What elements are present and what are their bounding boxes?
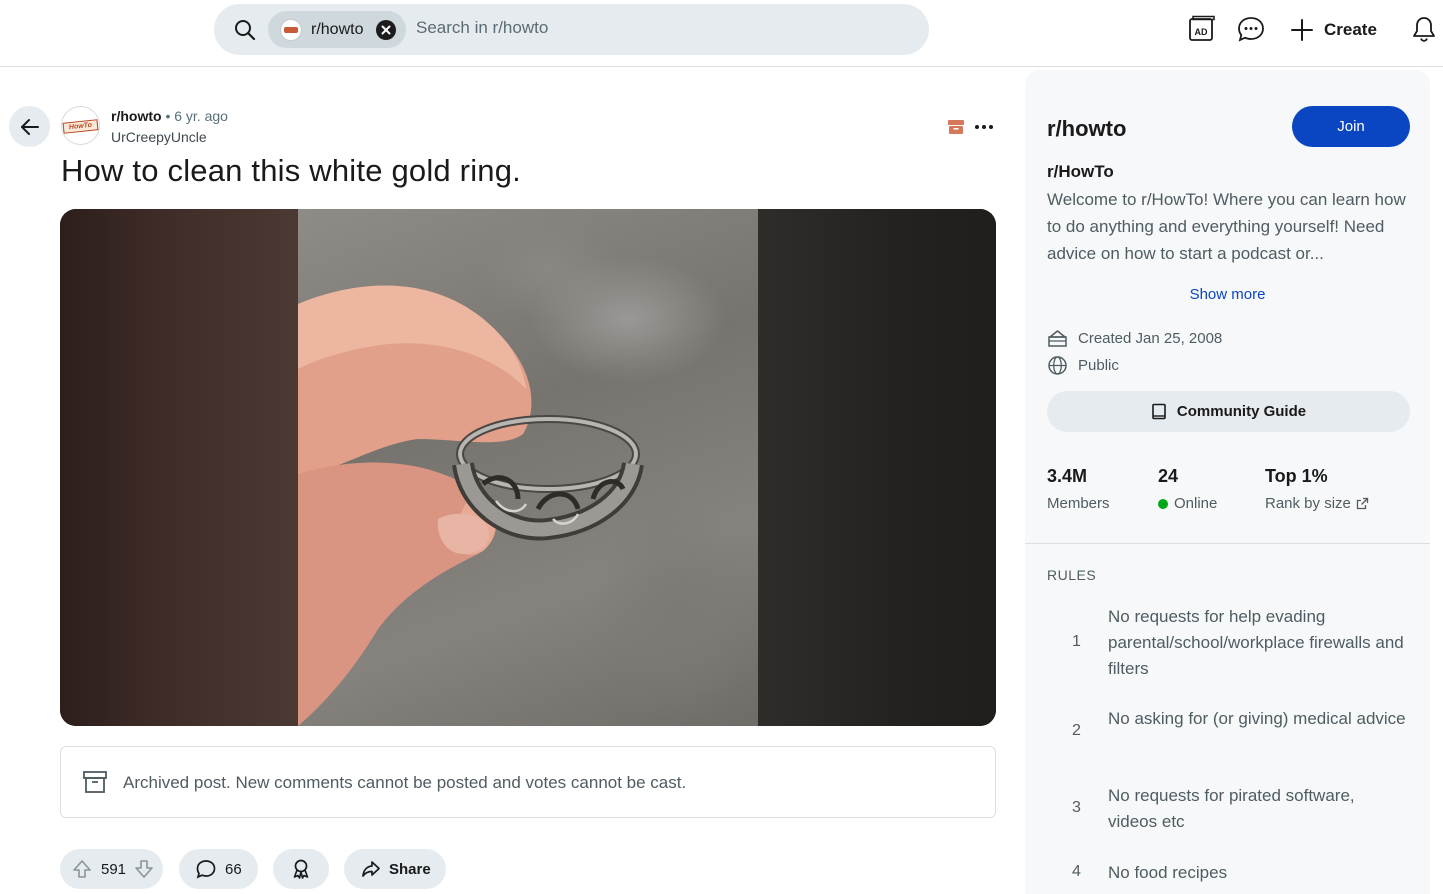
community-name: r/howto bbox=[1047, 116, 1127, 141]
downvote-icon[interactable] bbox=[134, 859, 154, 879]
external-link-icon bbox=[1356, 497, 1369, 510]
post-image[interactable] bbox=[60, 209, 996, 726]
cake-icon bbox=[1048, 330, 1067, 347]
ring-illustration bbox=[298, 285, 644, 726]
plus-icon bbox=[1291, 19, 1313, 41]
post-meta: r/howto • 6 yr. ago bbox=[111, 108, 228, 124]
stat-online: 24 Online bbox=[1158, 466, 1217, 512]
members-value: 3.4M bbox=[1047, 466, 1088, 486]
share-icon bbox=[362, 861, 380, 877]
post-age: 6 yr. ago bbox=[174, 108, 228, 124]
community-guide-button[interactable]: Community Guide bbox=[1047, 391, 1410, 432]
subreddit-link[interactable]: r/howto bbox=[111, 108, 162, 124]
vote-count: 591 bbox=[101, 860, 127, 878]
online-status-dot bbox=[1158, 498, 1168, 509]
close-icon bbox=[381, 25, 391, 35]
search-scope-label: r/howto bbox=[311, 20, 364, 38]
created-info: Created Jan 25, 2008 bbox=[1047, 328, 1222, 349]
howto-logo: HowTo bbox=[62, 119, 99, 134]
arrow-left-icon bbox=[21, 119, 39, 135]
archived-badge-icon bbox=[948, 120, 964, 134]
archived-notice-text: Archived post. New comments cannot be po… bbox=[123, 773, 687, 792]
back-button[interactable] bbox=[9, 106, 50, 147]
stat-rank[interactable]: Top 1% Rank by size bbox=[1265, 466, 1369, 512]
share-button[interactable]: Share bbox=[344, 849, 446, 889]
visibility-info: Public bbox=[1047, 355, 1119, 376]
rule-text: No asking for (or giving) medical advice bbox=[1108, 709, 1406, 728]
search-scope-chip[interactable]: r/howto bbox=[268, 11, 406, 48]
online-value: 24 bbox=[1158, 466, 1179, 486]
share-label: Share bbox=[389, 860, 431, 878]
community-sidebar: r/howto Join r/HowTo Welcome to r/HowTo!… bbox=[1025, 70, 1430, 894]
more-horizontal-icon bbox=[975, 125, 993, 129]
author-link[interactable]: UrCreepyUncle bbox=[111, 129, 207, 145]
stat-members: 3.4M Members bbox=[1047, 466, 1110, 512]
create-button[interactable]: Create bbox=[1290, 14, 1377, 46]
comments-button[interactable]: 66 bbox=[179, 849, 258, 889]
subreddit-avatar[interactable]: HowTo bbox=[61, 106, 100, 145]
more-options-button[interactable] bbox=[972, 118, 996, 136]
community-description: Welcome to r/HowTo! Where you can learn … bbox=[1047, 190, 1406, 263]
search-input[interactable] bbox=[416, 18, 896, 38]
clear-scope-button[interactable] bbox=[376, 20, 396, 40]
visibility-label: Public bbox=[1078, 357, 1119, 374]
rule-number: 3 bbox=[1072, 799, 1081, 816]
rule-item[interactable]: 4 No food recipes bbox=[1025, 859, 1430, 889]
sidebar-divider bbox=[1025, 543, 1430, 544]
members-label: Members bbox=[1047, 495, 1110, 512]
search-bar[interactable]: r/howto bbox=[214, 4, 929, 55]
book-icon bbox=[1152, 403, 1166, 419]
advertise-button[interactable]: AD bbox=[1188, 15, 1216, 43]
upvote-icon[interactable] bbox=[72, 859, 92, 879]
chat-icon bbox=[1238, 17, 1264, 42]
search-icon bbox=[235, 20, 256, 41]
image-blur-left bbox=[60, 209, 298, 726]
subreddit-chip-avatar bbox=[280, 18, 302, 41]
chat-button[interactable] bbox=[1237, 15, 1265, 43]
rule-item[interactable]: 2 No asking for (or giving) medical advi… bbox=[1025, 705, 1430, 761]
community-title: r/HowTo bbox=[1047, 162, 1114, 181]
create-label: Create bbox=[1324, 20, 1377, 39]
ring-photo bbox=[298, 209, 758, 726]
award-icon bbox=[293, 859, 309, 879]
join-button[interactable]: Join bbox=[1292, 106, 1410, 147]
award-button[interactable] bbox=[273, 849, 329, 889]
notification-bell-icon bbox=[1413, 17, 1435, 42]
rank-value: Top 1% bbox=[1265, 466, 1328, 486]
comment-icon bbox=[196, 860, 216, 879]
rule-number: 4 bbox=[1072, 863, 1081, 880]
rule-item[interactable]: 3 No requests for pirated software, vide… bbox=[1025, 782, 1430, 838]
ad-icon: AD bbox=[1189, 15, 1215, 41]
online-label: Online bbox=[1174, 495, 1218, 512]
rule-text: No requests for help evading parental/sc… bbox=[1108, 607, 1404, 678]
archived-notice: Archived post. New comments cannot be po… bbox=[60, 746, 996, 818]
rule-number: 2 bbox=[1072, 722, 1081, 739]
created-date: Created Jan 25, 2008 bbox=[1078, 330, 1223, 347]
rule-text: No food recipes bbox=[1108, 863, 1228, 882]
notifications-button[interactable] bbox=[1410, 15, 1438, 43]
archive-icon bbox=[83, 771, 107, 793]
image-blur-right bbox=[758, 209, 996, 726]
post-title: How to clean this white gold ring. bbox=[61, 153, 521, 188]
vote-bar: 591 bbox=[60, 849, 163, 889]
comment-count: 66 bbox=[225, 860, 242, 878]
svg-text:AD: AD bbox=[1195, 27, 1208, 37]
meta-separator: • bbox=[165, 108, 171, 124]
community-guide-label: Community Guide bbox=[1176, 403, 1307, 420]
rule-item[interactable]: 1 No requests for help evading parental/… bbox=[1025, 603, 1430, 685]
rule-text: No requests for pirated software, videos… bbox=[1108, 786, 1355, 831]
rank-label: Rank by size bbox=[1265, 495, 1351, 512]
rules-heading: RULES bbox=[1047, 567, 1097, 583]
top-header: r/howto AD Create bbox=[0, 0, 1443, 67]
globe-icon bbox=[1048, 356, 1067, 375]
rule-number: 1 bbox=[1072, 633, 1081, 650]
show-more-link[interactable]: Show more bbox=[1025, 286, 1430, 303]
